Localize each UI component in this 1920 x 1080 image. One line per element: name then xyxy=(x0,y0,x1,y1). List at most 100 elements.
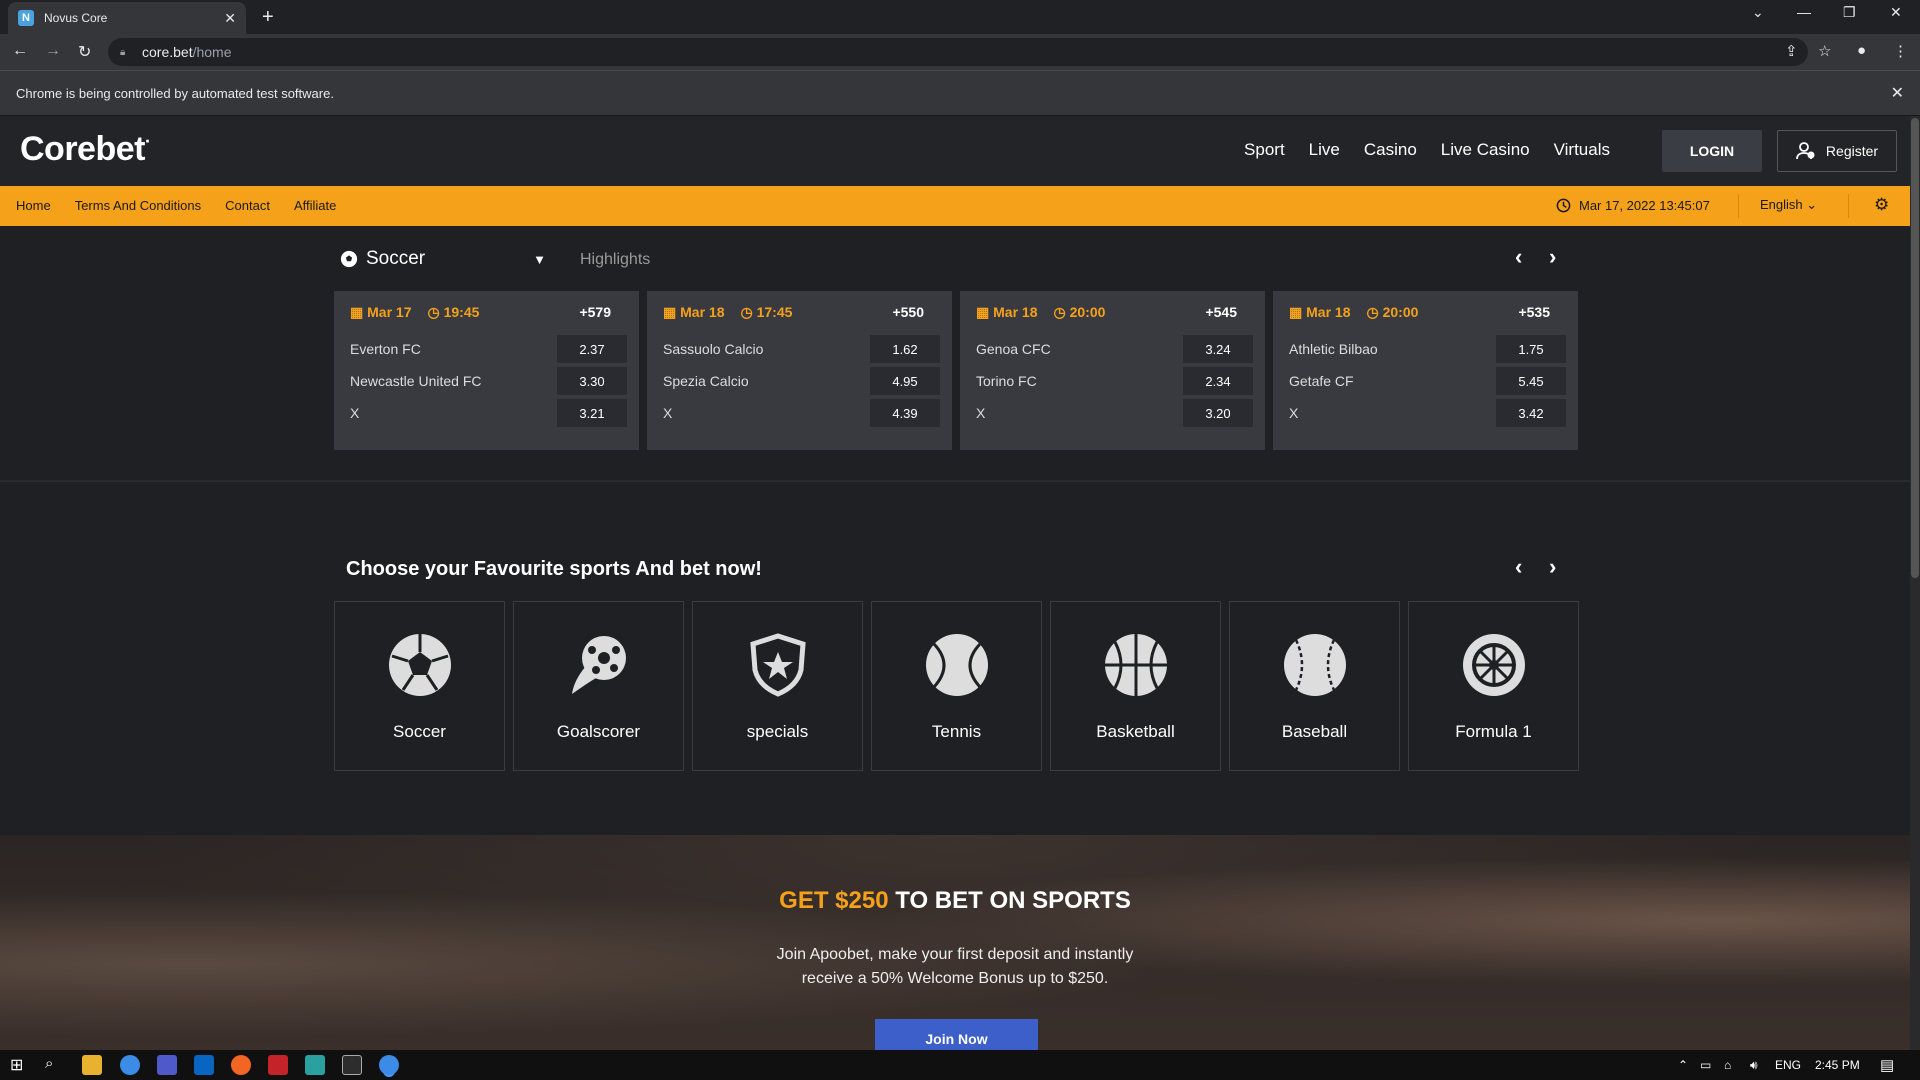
odd-button[interactable]: 3.20 xyxy=(1183,399,1253,427)
sports-grid: Soccer Goalscorer specials Tennis Basket… xyxy=(334,601,1579,771)
subnav-affiliate[interactable]: Affiliate xyxy=(294,198,336,213)
notifications-icon[interactable]: ▤ xyxy=(1880,1056,1894,1074)
odd-button[interactable]: 3.21 xyxy=(557,399,627,427)
odd-button[interactable]: 2.37 xyxy=(557,335,627,363)
team-name: X xyxy=(663,405,673,421)
clock-icon: ◷ xyxy=(740,303,753,320)
odds-row: X 3.20 xyxy=(976,397,1253,429)
tab-highlights[interactable]: Highlights xyxy=(580,251,650,269)
reload-icon[interactable]: ↻ xyxy=(78,42,91,62)
sport-card-basketball[interactable]: Basketball xyxy=(1050,601,1221,771)
odd-button[interactable]: 3.42 xyxy=(1496,399,1566,427)
close-window-icon[interactable]: ✕ xyxy=(1890,4,1902,21)
sport-card-soccer[interactable]: Soccer xyxy=(334,601,505,771)
forward-icon[interactable]: → xyxy=(45,42,61,60)
subnav-home[interactable]: Home xyxy=(16,198,51,213)
site-logo[interactable]: Corebet· xyxy=(20,130,151,169)
battery-icon[interactable]: ▭ xyxy=(1700,1058,1711,1072)
odd-button[interactable]: 4.95 xyxy=(870,367,940,395)
bookmark-star-icon[interactable]: ☆ xyxy=(1818,42,1831,60)
postman-icon[interactable] xyxy=(231,1055,251,1075)
chevron-right-icon[interactable]: › xyxy=(1549,554,1556,580)
sport-card-goalscorer[interactable]: Goalscorer xyxy=(513,601,684,771)
subnav-terms[interactable]: Terms And Conditions xyxy=(75,198,201,213)
sport-name: Formula 1 xyxy=(1455,722,1532,741)
nav-casino[interactable]: Casino xyxy=(1364,140,1417,160)
restore-icon[interactable]: ❐ xyxy=(1843,4,1856,21)
chrome-active-icon[interactable] xyxy=(379,1055,399,1075)
calendar-icon: ▦ xyxy=(1289,303,1303,320)
nav-live-casino[interactable]: Live Casino xyxy=(1441,140,1530,160)
sport-card-specials[interactable]: specials xyxy=(692,601,863,771)
more-markets-link[interactable]: +535 xyxy=(1518,304,1550,320)
language-select[interactable]: English ⌄ xyxy=(1760,197,1817,213)
odd-button[interactable]: 3.24 xyxy=(1183,335,1253,363)
clock-icon: ◷ xyxy=(1053,303,1066,320)
login-button[interactable]: LOGIN xyxy=(1662,130,1762,172)
automation-infobar: Chrome is being controlled by automated … xyxy=(0,70,1920,116)
back-icon[interactable]: ← xyxy=(12,42,28,60)
favourite-sports-title: Choose your Favourite sports And bet now… xyxy=(346,558,762,580)
chevron-right-icon[interactable]: › xyxy=(1549,244,1556,270)
basketball-icon xyxy=(1104,634,1167,696)
settings-gear-icon[interactable]: ⚙ xyxy=(1874,195,1889,215)
close-infobar-icon[interactable]: ✕ xyxy=(1891,83,1904,103)
browser-tab[interactable]: N Novus Core ✕ xyxy=(8,2,246,34)
nav-sport[interactable]: Sport xyxy=(1244,140,1285,160)
address-bar[interactable]: 🔒︎ core.bet/home xyxy=(108,38,1808,66)
sub-nav: Home Terms And Conditions Contact Affili… xyxy=(0,186,1910,226)
new-tab-icon[interactable]: + xyxy=(262,6,274,29)
app-x-icon[interactable] xyxy=(268,1055,288,1075)
team-name: X xyxy=(350,405,360,421)
subnav-contact[interactable]: Contact xyxy=(225,198,270,213)
match-date: ▦ Mar 18 xyxy=(976,304,1037,321)
tab-search-icon[interactable]: ⌄ xyxy=(1752,4,1764,21)
nav-live[interactable]: Live xyxy=(1309,140,1340,160)
chevron-left-icon[interactable]: ‹ xyxy=(1515,554,1522,580)
menu-kebab-icon[interactable]: ⋮ xyxy=(1893,42,1908,60)
more-markets-link[interactable]: +550 xyxy=(892,304,924,320)
sport-name: Goalscorer xyxy=(556,722,641,741)
highlight-cards: ▦ Mar 17 ◷ 19:45 +579 Everton FC 2.37 New… xyxy=(334,291,1578,450)
file-explorer-icon[interactable] xyxy=(82,1055,102,1075)
taskbar-clock[interactable]: 2:45 PM xyxy=(1815,1058,1860,1072)
odd-button[interactable]: 3.30 xyxy=(557,367,627,395)
outlook-icon[interactable] xyxy=(194,1055,214,1075)
share-icon[interactable]: ⇪ xyxy=(1785,42,1798,60)
tab-title: Novus Core xyxy=(44,11,108,25)
odd-button[interactable]: 1.62 xyxy=(870,335,940,363)
odd-button[interactable]: 5.45 xyxy=(1496,367,1566,395)
app-window-icon[interactable] xyxy=(305,1055,325,1075)
odd-button[interactable]: 2.34 xyxy=(1183,367,1253,395)
odd-button[interactable]: 1.75 xyxy=(1496,335,1566,363)
teams-icon[interactable] xyxy=(157,1055,177,1075)
search-icon[interactable]: ⌕ xyxy=(45,1055,53,1072)
input-language[interactable]: ENG xyxy=(1775,1058,1801,1072)
match-card: ▦ Mar 17 ◷ 19:45 +579 Everton FC 2.37 New… xyxy=(334,291,639,450)
sport-card-formula-1[interactable]: Formula 1 xyxy=(1408,601,1579,771)
volume-icon[interactable]: 🔊︎ xyxy=(1750,1058,1758,1073)
pycharm-icon[interactable] xyxy=(342,1055,362,1075)
register-label: Register xyxy=(1825,143,1879,159)
nav-virtuals[interactable]: Virtuals xyxy=(1554,140,1610,160)
register-button[interactable]: Register xyxy=(1777,130,1897,172)
scrollbar-thumb[interactable] xyxy=(1911,118,1919,578)
sport-name: Baseball xyxy=(1281,722,1348,741)
sport-card-baseball[interactable]: Baseball xyxy=(1229,601,1400,771)
more-markets-link[interactable]: +579 xyxy=(579,304,611,320)
tray-overflow-icon[interactable]: ⌃ xyxy=(1678,1058,1688,1072)
sport-card-tennis[interactable]: Tennis xyxy=(871,601,1042,771)
odds-row: X 3.21 xyxy=(350,397,627,429)
more-markets-link[interactable]: +545 xyxy=(1205,304,1237,320)
minimize-icon[interactable]: — xyxy=(1797,4,1811,20)
windows-start-icon[interactable]: ⊞ xyxy=(10,1055,23,1075)
chevron-left-icon[interactable]: ‹ xyxy=(1515,244,1522,270)
profile-icon[interactable]: ● xyxy=(1857,42,1866,59)
sport-dropdown[interactable]: Soccer ▼ xyxy=(340,248,546,270)
logo-text: Corebet xyxy=(20,130,145,168)
join-now-button[interactable]: Join Now xyxy=(875,1019,1038,1050)
chrome-icon[interactable] xyxy=(120,1055,140,1075)
close-tab-icon[interactable]: ✕ xyxy=(224,10,236,27)
odd-button[interactable]: 4.39 xyxy=(870,399,940,427)
network-icon[interactable]: ⌂ xyxy=(1724,1058,1731,1072)
